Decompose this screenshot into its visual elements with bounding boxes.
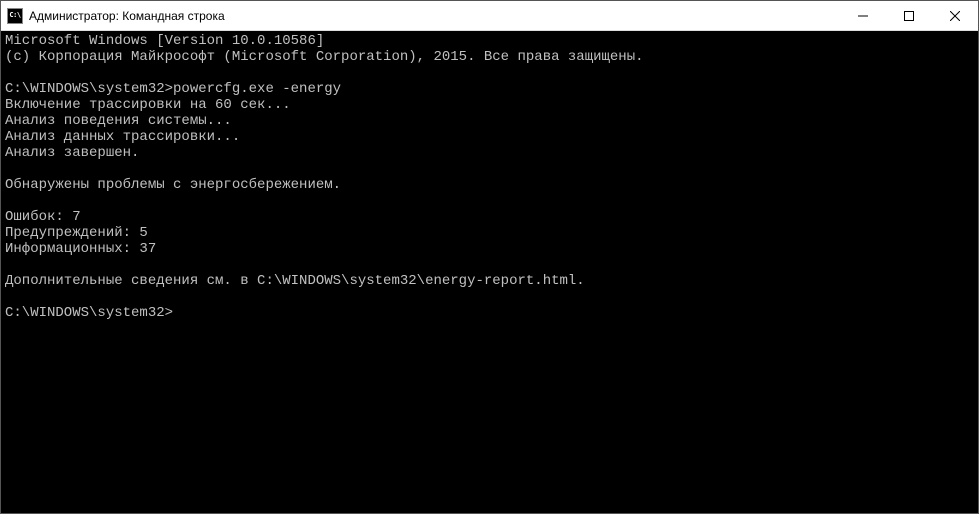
window-controls — [840, 1, 978, 30]
terminal-line: C:\WINDOWS\system32>powercfg.exe -energy — [5, 81, 974, 97]
titlebar[interactable]: C:\ Администратор: Командная строка — [1, 1, 978, 31]
terminal-line: Дополнительные сведения см. в C:\WINDOWS… — [5, 273, 974, 289]
terminal-line: Анализ данных трассировки... — [5, 129, 974, 145]
minimize-button[interactable] — [840, 1, 886, 30]
terminal-line: Информационных: 37 — [5, 241, 974, 257]
terminal-line: Ошибок: 7 — [5, 209, 974, 225]
terminal-line — [5, 289, 974, 305]
window: C:\ Администратор: Командная строка Micr… — [0, 0, 979, 514]
terminal-line: Обнаружены проблемы с энергосбережением. — [5, 177, 974, 193]
window-title: Администратор: Командная строка — [29, 9, 840, 23]
cmd-icon-text: C:\ — [9, 12, 20, 19]
maximize-button[interactable] — [886, 1, 932, 30]
close-icon — [950, 11, 960, 21]
terminal-output[interactable]: Microsoft Windows [Version 10.0.10586](c… — [1, 31, 978, 513]
terminal-line: Включение трассировки на 60 сек... — [5, 97, 974, 113]
terminal-line: Анализ завершен. — [5, 145, 974, 161]
terminal-line — [5, 193, 974, 209]
cmd-icon: C:\ — [7, 8, 23, 24]
terminal-line: C:\WINDOWS\system32> — [5, 305, 974, 321]
terminal-line: Анализ поведения системы... — [5, 113, 974, 129]
maximize-icon — [904, 11, 914, 21]
terminal-line — [5, 65, 974, 81]
terminal-line — [5, 257, 974, 273]
terminal-line: (c) Корпорация Майкрософт (Microsoft Cor… — [5, 49, 974, 65]
minimize-icon — [858, 11, 868, 21]
terminal-line: Microsoft Windows [Version 10.0.10586] — [5, 33, 974, 49]
terminal-line: Предупреждений: 5 — [5, 225, 974, 241]
close-button[interactable] — [932, 1, 978, 30]
terminal-line — [5, 161, 974, 177]
